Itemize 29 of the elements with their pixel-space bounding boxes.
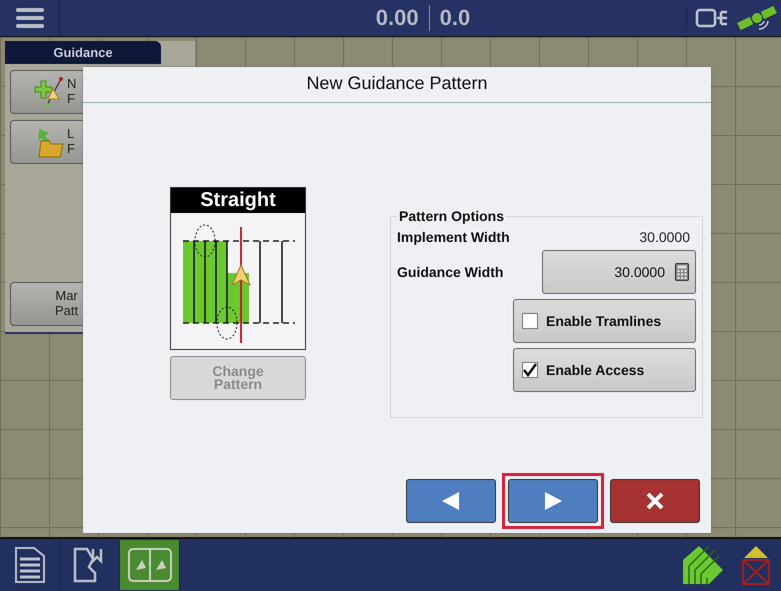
menu-icon xyxy=(16,8,44,28)
section-off-icon[interactable] xyxy=(739,544,773,586)
right-arrow-icon xyxy=(543,491,563,511)
checkbox-button[interactable]: Enable Tramlines xyxy=(513,299,696,343)
implement-width-value: 30.0000 xyxy=(639,229,691,245)
reading-value: 0.00 xyxy=(374,5,420,31)
button-label: Mar Patt xyxy=(55,289,78,319)
split-screen-icon xyxy=(128,548,172,582)
dialog-title: New Guidance Pattern xyxy=(83,67,711,103)
button-label: L F xyxy=(67,127,75,157)
implement-width-label: Implement Width xyxy=(397,229,510,245)
cancel-button[interactable] xyxy=(610,479,700,523)
guidance-width-field[interactable]: 30.0000 xyxy=(542,250,696,294)
options-title: Pattern Options xyxy=(397,208,506,224)
checkbox[interactable] xyxy=(522,362,538,378)
calculator-icon xyxy=(675,263,689,281)
button-label: N F xyxy=(67,77,76,107)
guidance-width-label: Guidance Width xyxy=(397,264,504,280)
satellite-icon[interactable] xyxy=(737,5,777,31)
panel-title: Guidance xyxy=(5,41,161,64)
checkbox[interactable] xyxy=(522,313,538,329)
reading-value: 0.0 xyxy=(428,5,480,31)
pattern-name: Straight xyxy=(171,188,305,213)
checkbox-button[interactable]: Enable Access xyxy=(513,348,696,392)
close-icon xyxy=(646,492,664,510)
document-icon xyxy=(14,547,44,583)
next-button[interactable] xyxy=(508,479,598,523)
back-button[interactable] xyxy=(406,479,496,523)
left-arrow-icon xyxy=(441,491,461,511)
